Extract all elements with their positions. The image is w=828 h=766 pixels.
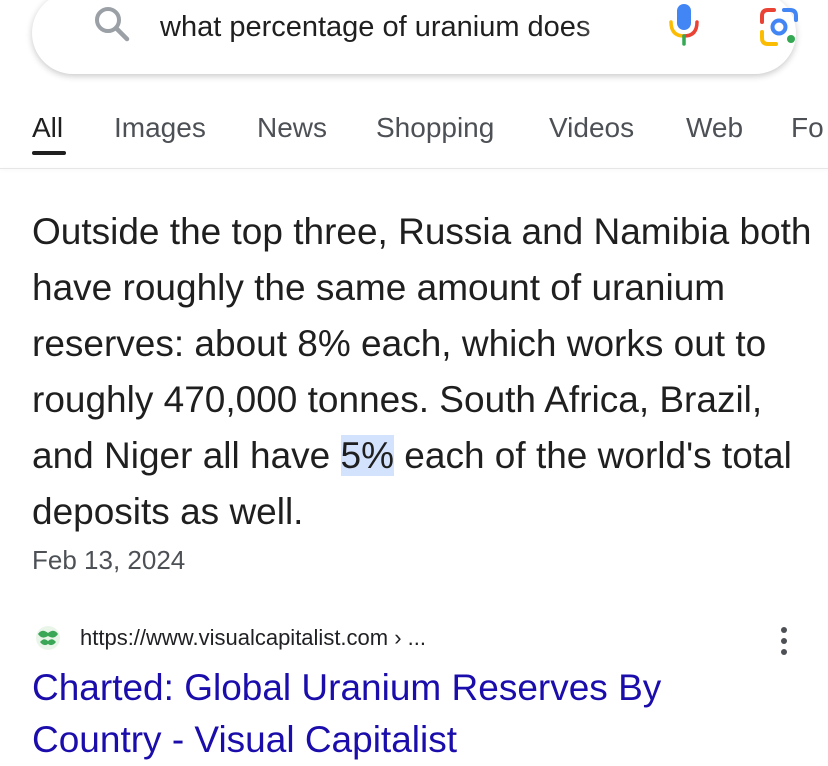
result-title-link[interactable]: Charted: Global Uranium Reserves By Coun… [32, 662, 792, 766]
tab-news[interactable]: News [257, 108, 327, 148]
site-favicon [32, 624, 64, 652]
tabs-divider [0, 168, 828, 169]
active-tab-indicator [32, 151, 66, 155]
more-vert-icon[interactable] [776, 624, 792, 658]
search-input[interactable]: what percentage of uranium does [160, 8, 644, 46]
lens-icon[interactable] [758, 6, 800, 48]
tab-all[interactable]: All [32, 108, 63, 148]
mic-icon[interactable] [666, 0, 702, 48]
tab-shopping[interactable]: Shopping [376, 108, 494, 148]
search-icon [92, 4, 132, 44]
snippet-date: Feb 13, 2024 [32, 545, 186, 575]
tab-web[interactable]: Web [686, 108, 743, 148]
search-tabs: All Images News Shopping Videos Web Fo [0, 108, 828, 160]
tab-forums[interactable]: Fo [791, 108, 824, 148]
featured-snippet: Outside the top three, Russia and Namibi… [32, 204, 812, 540]
tab-images[interactable]: Images [114, 108, 206, 148]
tab-videos[interactable]: Videos [549, 108, 634, 148]
result-source[interactable]: https://www.visualcapitalist.com › ... [32, 620, 812, 656]
result-url[interactable]: https://www.visualcapitalist.com › ... [80, 620, 426, 656]
search-bar[interactable]: what percentage of uranium does [32, 0, 798, 74]
snippet-highlight: 5% [340, 435, 395, 476]
